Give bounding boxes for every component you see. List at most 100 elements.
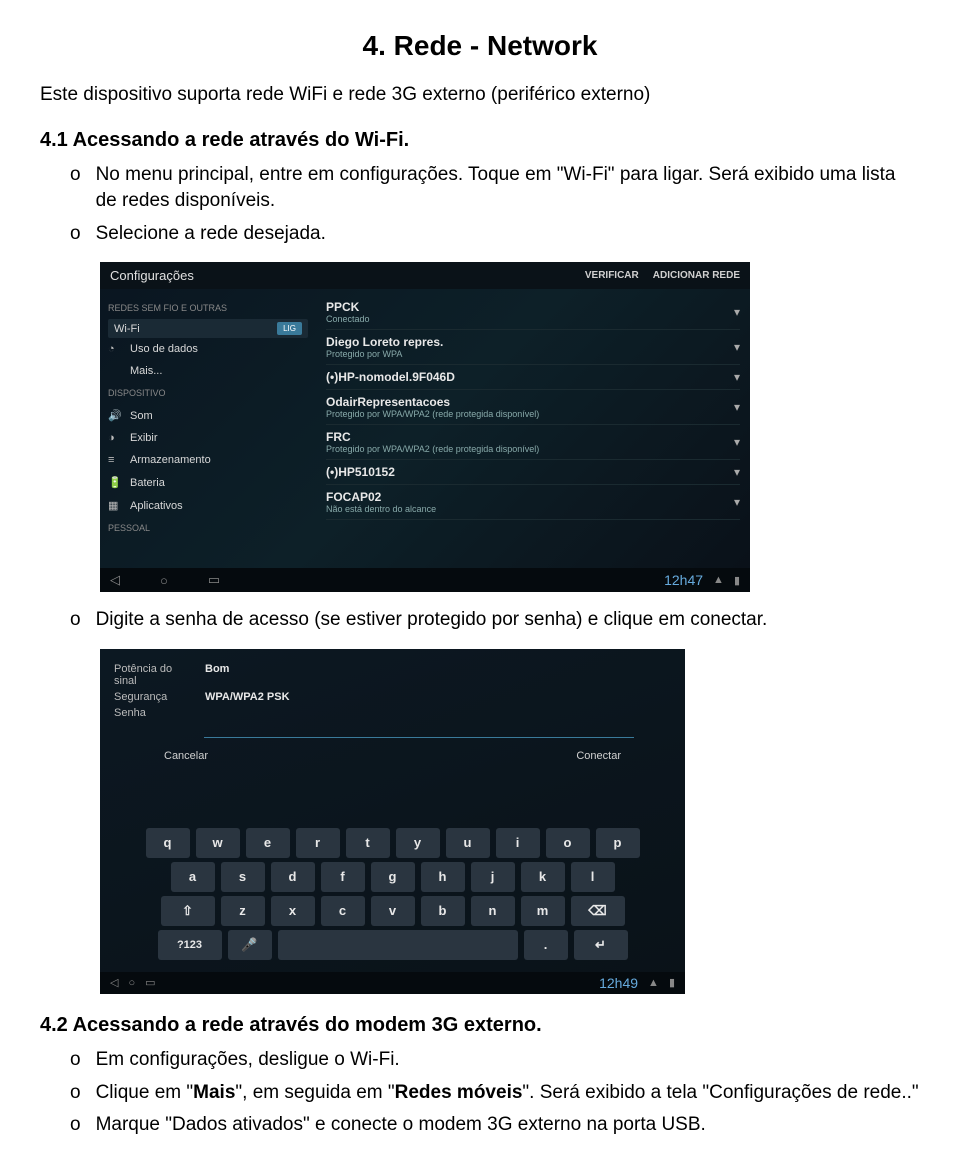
- network-name: PPCK: [326, 300, 370, 314]
- keyboard-key[interactable]: m: [521, 896, 565, 926]
- spacebar-key[interactable]: [278, 930, 518, 960]
- home-icon[interactable]: ○: [160, 573, 168, 588]
- recent-icon[interactable]: ▭: [208, 572, 220, 588]
- back-icon[interactable]: ◁: [110, 572, 120, 588]
- network-item[interactable]: Diego Loreto repres.Protegido por WPA ▾: [326, 330, 740, 365]
- data-icon: ◔: [108, 343, 122, 355]
- bullet-mark: o: [70, 1080, 81, 1107]
- wifi-toggle-on[interactable]: LIG: [277, 322, 302, 335]
- keyboard-key[interactable]: g: [371, 862, 415, 892]
- network-name: FOCAP02: [326, 490, 436, 504]
- network-status: Protegido por WPA/WPA2 (rede protegida d…: [326, 444, 539, 454]
- network-status: Conectado: [326, 314, 370, 324]
- bullet-item: oEm configurações, desligue o Wi-Fi.: [70, 1047, 920, 1074]
- bullet-item: o No menu principal, entre em configuraçõ…: [70, 162, 920, 215]
- network-item[interactable]: OdairRepresentacoesProtegido por WPA/WPA…: [326, 390, 740, 425]
- sidebar-item-storage[interactable]: ≡Armazenamento: [108, 449, 308, 471]
- keyboard-key[interactable]: 🎤: [228, 930, 272, 960]
- keyboard-key[interactable]: s: [221, 862, 265, 892]
- keyboard-key[interactable]: x: [271, 896, 315, 926]
- sidebar-item-display[interactable]: ◑Exibir: [108, 427, 308, 449]
- bullet-mark: o: [70, 162, 81, 215]
- subsection-4-2: 4.2 Acessando a rede através do modem 3G…: [40, 1014, 920, 1037]
- keyboard-key[interactable]: k: [521, 862, 565, 892]
- keyboard-key[interactable]: i: [496, 828, 540, 858]
- network-status: Protegido por WPA/WPA2 (rede protegida d…: [326, 409, 539, 419]
- keyboard-key[interactable]: c: [321, 896, 365, 926]
- verify-action[interactable]: VERIFICAR: [585, 270, 639, 281]
- clock-display: 12h47: [664, 572, 703, 588]
- sidebar-item-more[interactable]: Mais...: [108, 360, 308, 382]
- keyboard-key[interactable]: t: [346, 828, 390, 858]
- keyboard-key[interactable]: ↵: [574, 930, 628, 960]
- bullet-mark: o: [70, 221, 81, 248]
- intro-text: Este dispositivo suporta rede WiFi e red…: [40, 82, 920, 109]
- storage-icon: ≡: [108, 454, 122, 466]
- keyboard-key[interactable]: z: [221, 896, 265, 926]
- bullet-item: oClique em "Mais", em seguida em "Redes …: [70, 1080, 920, 1107]
- keyboard-key[interactable]: p: [596, 828, 640, 858]
- keyboard-key[interactable]: a: [171, 862, 215, 892]
- bullet-text: No menu principal, entre em configuraçõe…: [96, 162, 920, 215]
- battery-status-icon: ▮: [734, 574, 740, 587]
- cancel-button[interactable]: Cancelar: [164, 750, 208, 762]
- clock-display: 12h49: [599, 975, 638, 991]
- wifi-signal-icon: ▾: [734, 495, 740, 509]
- wifi-status-icon: ▲: [713, 574, 724, 586]
- keyboard-key[interactable]: o: [546, 828, 590, 858]
- network-name: OdairRepresentacoes: [326, 395, 539, 409]
- keyboard-key[interactable]: q: [146, 828, 190, 858]
- network-name: FRC: [326, 430, 539, 444]
- network-status: Não está dentro do alcance: [326, 504, 436, 514]
- signal-value: Bom: [205, 663, 229, 687]
- keyboard-key[interactable]: r: [296, 828, 340, 858]
- sidebar-item-sound[interactable]: 🔊Som: [108, 404, 308, 427]
- network-item[interactable]: FRCProtegido por WPA/WPA2 (rede protegid…: [326, 425, 740, 460]
- wifi-label: Wi-Fi: [114, 323, 140, 335]
- keyboard-key[interactable]: w: [196, 828, 240, 858]
- sidebar-header: DISPOSITIVO: [108, 388, 308, 398]
- screenshot-password-dialog: Potência do sinalBom SegurançaWPA/WPA2 P…: [100, 649, 685, 994]
- settings-sidebar: REDES SEM FIO E OUTRAS Wi-Fi LIG ◔Uso de…: [100, 289, 316, 569]
- keyboard-key[interactable]: j: [471, 862, 515, 892]
- recent-icon[interactable]: ▭: [145, 976, 155, 989]
- keyboard-key[interactable]: e: [246, 828, 290, 858]
- keyboard-key[interactable]: ?123: [158, 930, 222, 960]
- network-item[interactable]: (•)HP-nomodel.9F046D ▾: [326, 365, 740, 390]
- sidebar-item-data-usage[interactable]: ◔Uso de dados: [108, 338, 308, 360]
- wifi-signal-icon: ▾: [734, 370, 740, 384]
- wifi-signal-icon: ▾: [734, 340, 740, 354]
- sidebar-item-apps[interactable]: ▦Aplicativos: [108, 494, 308, 517]
- add-network-action[interactable]: ADICIONAR REDE: [653, 270, 740, 281]
- keyboard-key[interactable]: ⌫: [571, 896, 625, 926]
- keyboard-key[interactable]: d: [271, 862, 315, 892]
- bullet-item: oDigite a senha de acesso (se estiver pr…: [70, 607, 920, 634]
- back-icon[interactable]: ◁: [110, 976, 118, 989]
- nav-bar: ◁ ○ ▭ 12h47 ▲ ▮: [100, 568, 750, 592]
- password-label: Senha: [114, 707, 189, 719]
- sidebar-item-wifi[interactable]: Wi-Fi LIG: [108, 319, 308, 338]
- keyboard-key[interactable]: h: [421, 862, 465, 892]
- keyboard-key[interactable]: b: [421, 896, 465, 926]
- keyboard-key[interactable]: l: [571, 862, 615, 892]
- keyboard-key[interactable]: f: [321, 862, 365, 892]
- network-name: Diego Loreto repres.: [326, 335, 443, 349]
- bullet-text: Em configurações, desligue o Wi-Fi.: [96, 1047, 400, 1074]
- keyboard-key[interactable]: n: [471, 896, 515, 926]
- password-input[interactable]: [204, 723, 634, 738]
- keyboard-key[interactable]: .: [524, 930, 568, 960]
- home-icon[interactable]: ○: [128, 977, 135, 989]
- sidebar-item-battery[interactable]: 🔋Bateria: [108, 471, 308, 494]
- signal-label: Potência do sinal: [114, 663, 189, 687]
- keyboard-key[interactable]: ⇧: [161, 896, 215, 926]
- bullet-mark: o: [70, 607, 81, 634]
- network-item[interactable]: PPCKConectado▾: [326, 295, 740, 330]
- network-item[interactable]: (•)HP510152▾: [326, 460, 740, 485]
- network-name: (•)HP-nomodel.9F046D: [326, 370, 455, 384]
- keyboard-key[interactable]: v: [371, 896, 415, 926]
- network-status: Protegido por WPA: [326, 349, 443, 359]
- network-item[interactable]: FOCAP02Não está dentro do alcance ▾: [326, 485, 740, 520]
- keyboard-key[interactable]: u: [446, 828, 490, 858]
- connect-button[interactable]: Conectar: [576, 750, 621, 762]
- keyboard-key[interactable]: y: [396, 828, 440, 858]
